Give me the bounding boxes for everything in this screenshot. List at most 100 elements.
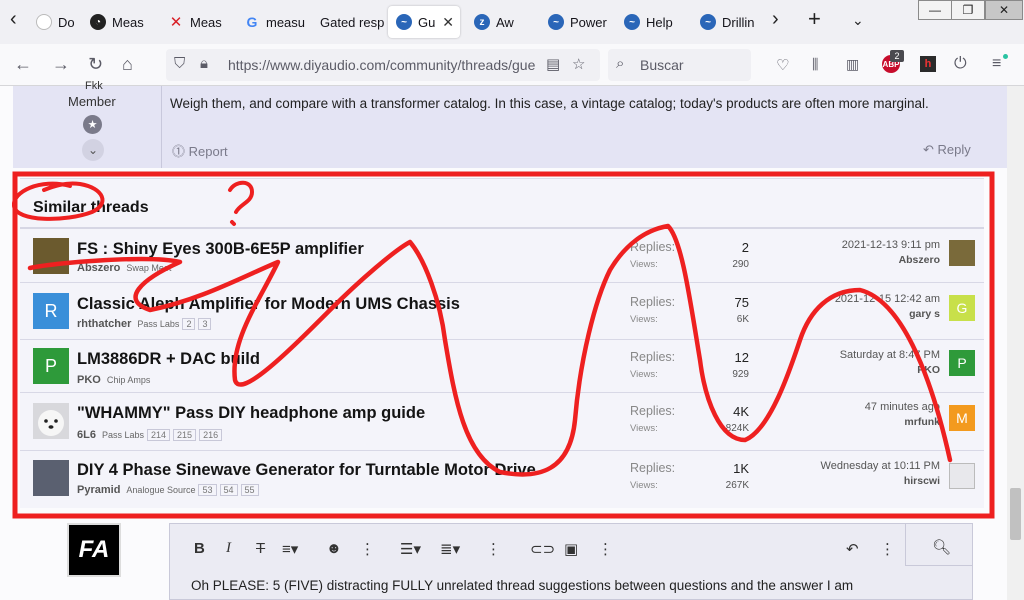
page-link[interactable]: 55 <box>240 484 259 496</box>
tab-drilling[interactable]: ~ Drillin <box>692 6 764 38</box>
author-avatar[interactable]: R <box>33 293 69 329</box>
reload-icon[interactable]: ↻ <box>88 54 103 75</box>
username[interactable]: Fkk <box>85 80 103 92</box>
last-poster-avatar[interactable]: G <box>949 295 975 321</box>
last-poster-avatar[interactable]: P <box>949 350 975 376</box>
author-avatar[interactable] <box>33 403 69 439</box>
close-window-button[interactable]: ✕ <box>985 0 1023 20</box>
tab-active-thread[interactable]: ~ Gu ✕ <box>388 6 460 38</box>
thread-row[interactable]: P LM3886DR + DAC build PKO Chip Amps Repl… <box>20 340 984 393</box>
author-avatar[interactable] <box>33 238 69 274</box>
menu-icon[interactable]: ≡ <box>992 55 1001 73</box>
last-poster[interactable]: gary s <box>909 308 940 320</box>
forward-icon[interactable]: → <box>52 54 70 75</box>
thread-forum[interactable]: Analogue Source <box>126 485 195 495</box>
bold-icon[interactable]: B <box>194 540 205 557</box>
last-poster[interactable]: mrfunk <box>904 416 940 428</box>
thread-row[interactable]: R Classic Aleph Amplifier for Modern UMS… <box>20 283 984 340</box>
sidebar-icon[interactable]: ▥ <box>846 56 859 73</box>
home-icon[interactable]: ⌂ <box>122 54 133 75</box>
last-poster-avatar[interactable]: M <box>949 405 975 431</box>
emoji-icon[interactable]: ☻ <box>326 540 342 557</box>
power-icon[interactable]: ⏻ <box>954 55 967 73</box>
current-user-avatar[interactable]: FA <box>67 523 121 577</box>
search-box[interactable]: ⌕ Buscar <box>608 49 751 81</box>
strikethrough-icon[interactable]: T <box>256 540 265 557</box>
page-link[interactable]: 54 <box>219 484 238 496</box>
maximize-button[interactable]: ❐ <box>951 0 985 20</box>
tab-power[interactable]: ~ Power <box>540 6 612 38</box>
chevron-down-icon[interactable]: ⌄ <box>82 139 104 161</box>
reply-link[interactable]: ↶ Reply <box>923 142 971 158</box>
thread-forum[interactable]: Chip Amps <box>107 375 151 385</box>
thread-forum[interactable]: Pass Labs <box>102 430 144 440</box>
last-post-date[interactable]: 2021-12-15 12:42 am <box>835 293 940 305</box>
tab-scroll-left-icon[interactable]: ‹ <box>10 8 17 31</box>
undo-icon[interactable]: ↶ <box>846 540 859 558</box>
page-link[interactable]: 53 <box>198 484 217 496</box>
extension-h-icon[interactable]: h <box>920 56 936 72</box>
thread-author[interactable]: PKO <box>77 374 101 386</box>
page-link[interactable]: 3 <box>198 318 212 330</box>
thread-title[interactable]: "WHAMMY" Pass DIY headphone amp guide <box>77 404 425 423</box>
tab-download[interactable]: Down <box>28 6 74 38</box>
tab-measure-2[interactable]: ✕ Meas <box>160 6 232 38</box>
last-poster-avatar[interactable] <box>949 463 975 489</box>
list-icon[interactable]: ☰▾ <box>400 540 421 558</box>
page-link[interactable]: 215 <box>173 429 197 441</box>
preview-toggle[interactable]: 🔍︎ <box>905 524 972 566</box>
link-icon[interactable]: ⊂⊃ <box>530 540 555 558</box>
author-avatar[interactable]: P <box>33 348 69 384</box>
reader-view-icon[interactable]: ▤ <box>546 55 560 73</box>
page-link[interactable]: 214 <box>147 429 171 441</box>
thread-title[interactable]: DIY 4 Phase Sinewave Generator for Turnt… <box>77 461 536 480</box>
thread-author[interactable]: 6L6 <box>77 429 96 441</box>
close-tab-icon[interactable]: ✕ <box>442 14 454 31</box>
text-style-icon[interactable]: ≡▾ <box>282 540 298 558</box>
page-link[interactable]: 216 <box>199 429 223 441</box>
url-text[interactable]: https://www.diyaudio.com/community/threa… <box>228 57 535 73</box>
last-poster[interactable]: PKO <box>917 364 940 376</box>
thread-title[interactable]: Classic Aleph Amplifier for Modern UMS C… <box>77 295 460 314</box>
bookmark-star-icon[interactable]: ☆ <box>572 55 585 73</box>
thread-forum[interactable]: Pass Labs <box>137 319 179 329</box>
align-icon[interactable]: ≣▾ <box>440 540 460 558</box>
last-poster[interactable]: hirscwi <box>904 475 940 487</box>
reply-editor[interactable]: B I T ≡▾ ☻ ⋮ ☰▾ ≣▾ ⋮ ⊂⊃ ▣ ⋮ ↶ ⋮ 🔍︎ Oh PL… <box>169 523 973 600</box>
more-icon[interactable]: ⋮ <box>360 540 375 558</box>
last-poster[interactable]: Abszero <box>899 254 940 266</box>
thread-row[interactable]: FS : Shiny Eyes 300B-6E5P amplifier Absz… <box>20 230 984 283</box>
tab-scroll-right-icon[interactable]: › <box>772 8 779 31</box>
tab-diyaudio-2[interactable]: z Aw <box>466 6 530 38</box>
thread-title[interactable]: LM3886DR + DAC build <box>77 350 260 369</box>
italic-icon[interactable]: I <box>226 540 231 557</box>
library-icon[interactable]: ⫼ <box>812 56 818 73</box>
last-poster-avatar[interactable] <box>949 240 975 266</box>
page-link[interactable]: 2 <box>182 318 196 330</box>
shield-icon[interactable]: ⛉ <box>174 55 185 72</box>
more-icon[interactable]: ⋮ <box>880 540 895 558</box>
thread-forum[interactable]: Swap Meet <box>126 263 171 273</box>
image-icon[interactable]: ▣ <box>564 540 578 558</box>
scrollbar-thumb[interactable] <box>1010 488 1021 540</box>
thread-title[interactable]: FS : Shiny Eyes 300B-6E5P amplifier <box>77 240 364 259</box>
thread-row[interactable]: DIY 4 Phase Sinewave Generator for Turnt… <box>20 451 984 507</box>
tab-list-icon[interactable]: ⌄ <box>852 12 864 29</box>
lock-icon[interactable]: 🔒︎ <box>200 55 208 72</box>
minimize-button[interactable]: — <box>918 0 952 20</box>
thread-author[interactable]: Pyramid <box>77 484 120 496</box>
thread-author[interactable]: Abszero <box>77 262 120 274</box>
tab-google-search[interactable]: G measu <box>236 6 308 38</box>
tab-measure-1[interactable]: ◔ Meas <box>82 6 146 38</box>
back-icon[interactable]: ← <box>14 54 32 75</box>
tab-gated-response[interactable]: Gated resp <box>312 6 384 38</box>
last-post-date[interactable]: 2021-12-13 9:11 pm <box>842 239 940 251</box>
last-post-date[interactable]: 47 minutes ago <box>865 401 940 413</box>
new-tab-icon[interactable]: + <box>808 6 821 32</box>
pocket-icon[interactable]: ♡ <box>776 56 789 74</box>
preview-icon[interactable]: 🔍︎ <box>932 538 951 556</box>
report-link[interactable]: ⓵︎ Report <box>172 141 228 160</box>
editor-content[interactable]: Oh PLEASE: 5 (FIVE) distracting FULLY un… <box>191 578 853 593</box>
thread-row[interactable]: "WHAMMY" Pass DIY headphone amp guide 6L… <box>20 393 984 451</box>
url-bar[interactable]: ⛉ 🔒︎ https://www.diyaudio.com/community/… <box>166 49 600 81</box>
